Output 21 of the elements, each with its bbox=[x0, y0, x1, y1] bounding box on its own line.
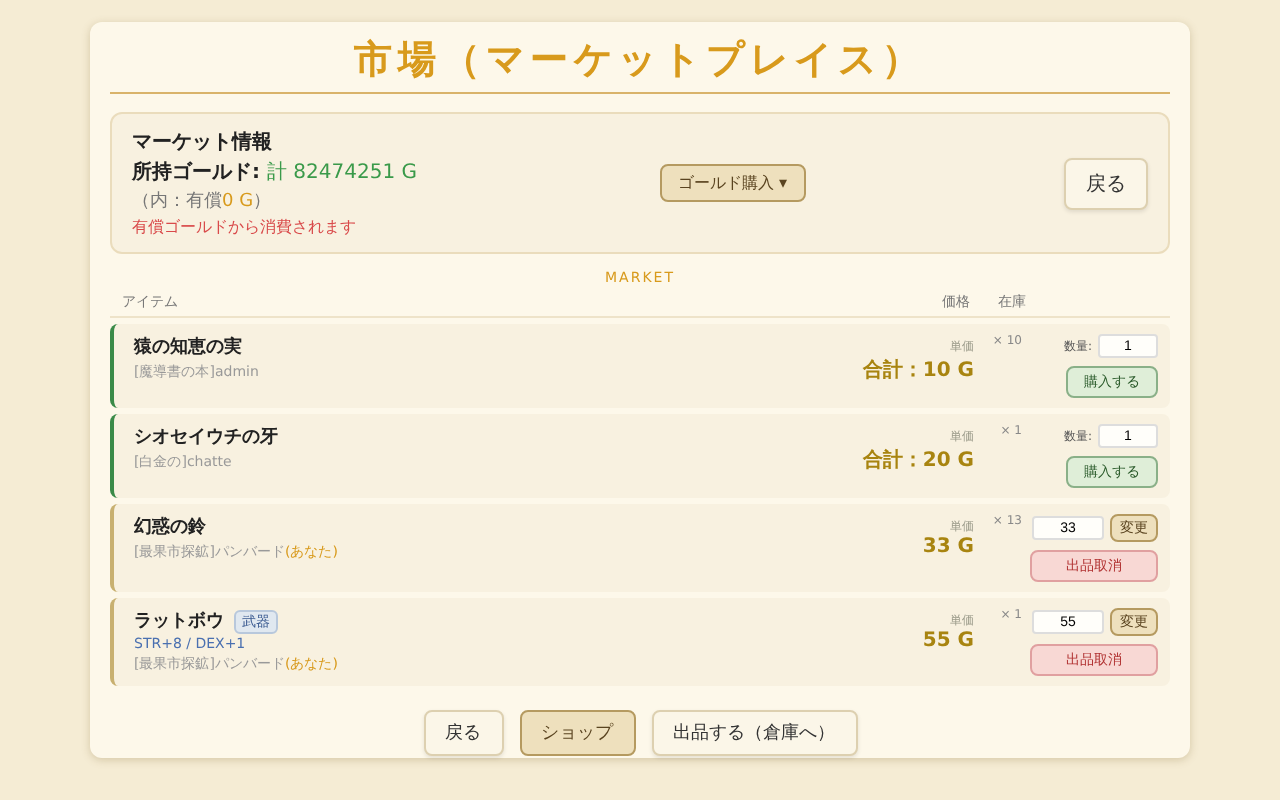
info-heading: マーケット情報 bbox=[132, 129, 274, 156]
item-name: 猿の知恵の実 bbox=[134, 334, 242, 360]
item-price: 合計：10 G bbox=[862, 357, 974, 384]
footer-button[interactable]: 出品する（倉庫へ） bbox=[651, 710, 857, 756]
currency-purchase-button[interactable]: ゴールド購入 ▾ bbox=[660, 164, 806, 202]
item-name: シオセイウチの牙 bbox=[134, 425, 278, 450]
item-price: 合計：20 G bbox=[862, 447, 974, 474]
footer-button[interactable]: ショップ bbox=[519, 710, 635, 756]
item-name: ラットボウ bbox=[134, 609, 224, 634]
footer-button[interactable]: 戻る bbox=[423, 710, 503, 756]
item-name: 幻惑の鈴 bbox=[134, 514, 206, 540]
currency-total: 計 82474251 G bbox=[266, 162, 417, 184]
back-button[interactable]: 戻る bbox=[1064, 157, 1148, 209]
item-price: 33 G bbox=[922, 536, 974, 558]
paid-value: 0 G bbox=[222, 192, 254, 212]
paid-note: （内：有償 bbox=[132, 192, 222, 212]
currency-label: 所持ゴールド: bbox=[132, 162, 260, 184]
page-title: 市場（マーケットプレイス） bbox=[110, 34, 1170, 94]
warning-text: 有償ゴールドから消費されます bbox=[132, 216, 358, 238]
item-price: 55 G bbox=[922, 630, 974, 652]
paid-close: ） bbox=[253, 192, 272, 212]
